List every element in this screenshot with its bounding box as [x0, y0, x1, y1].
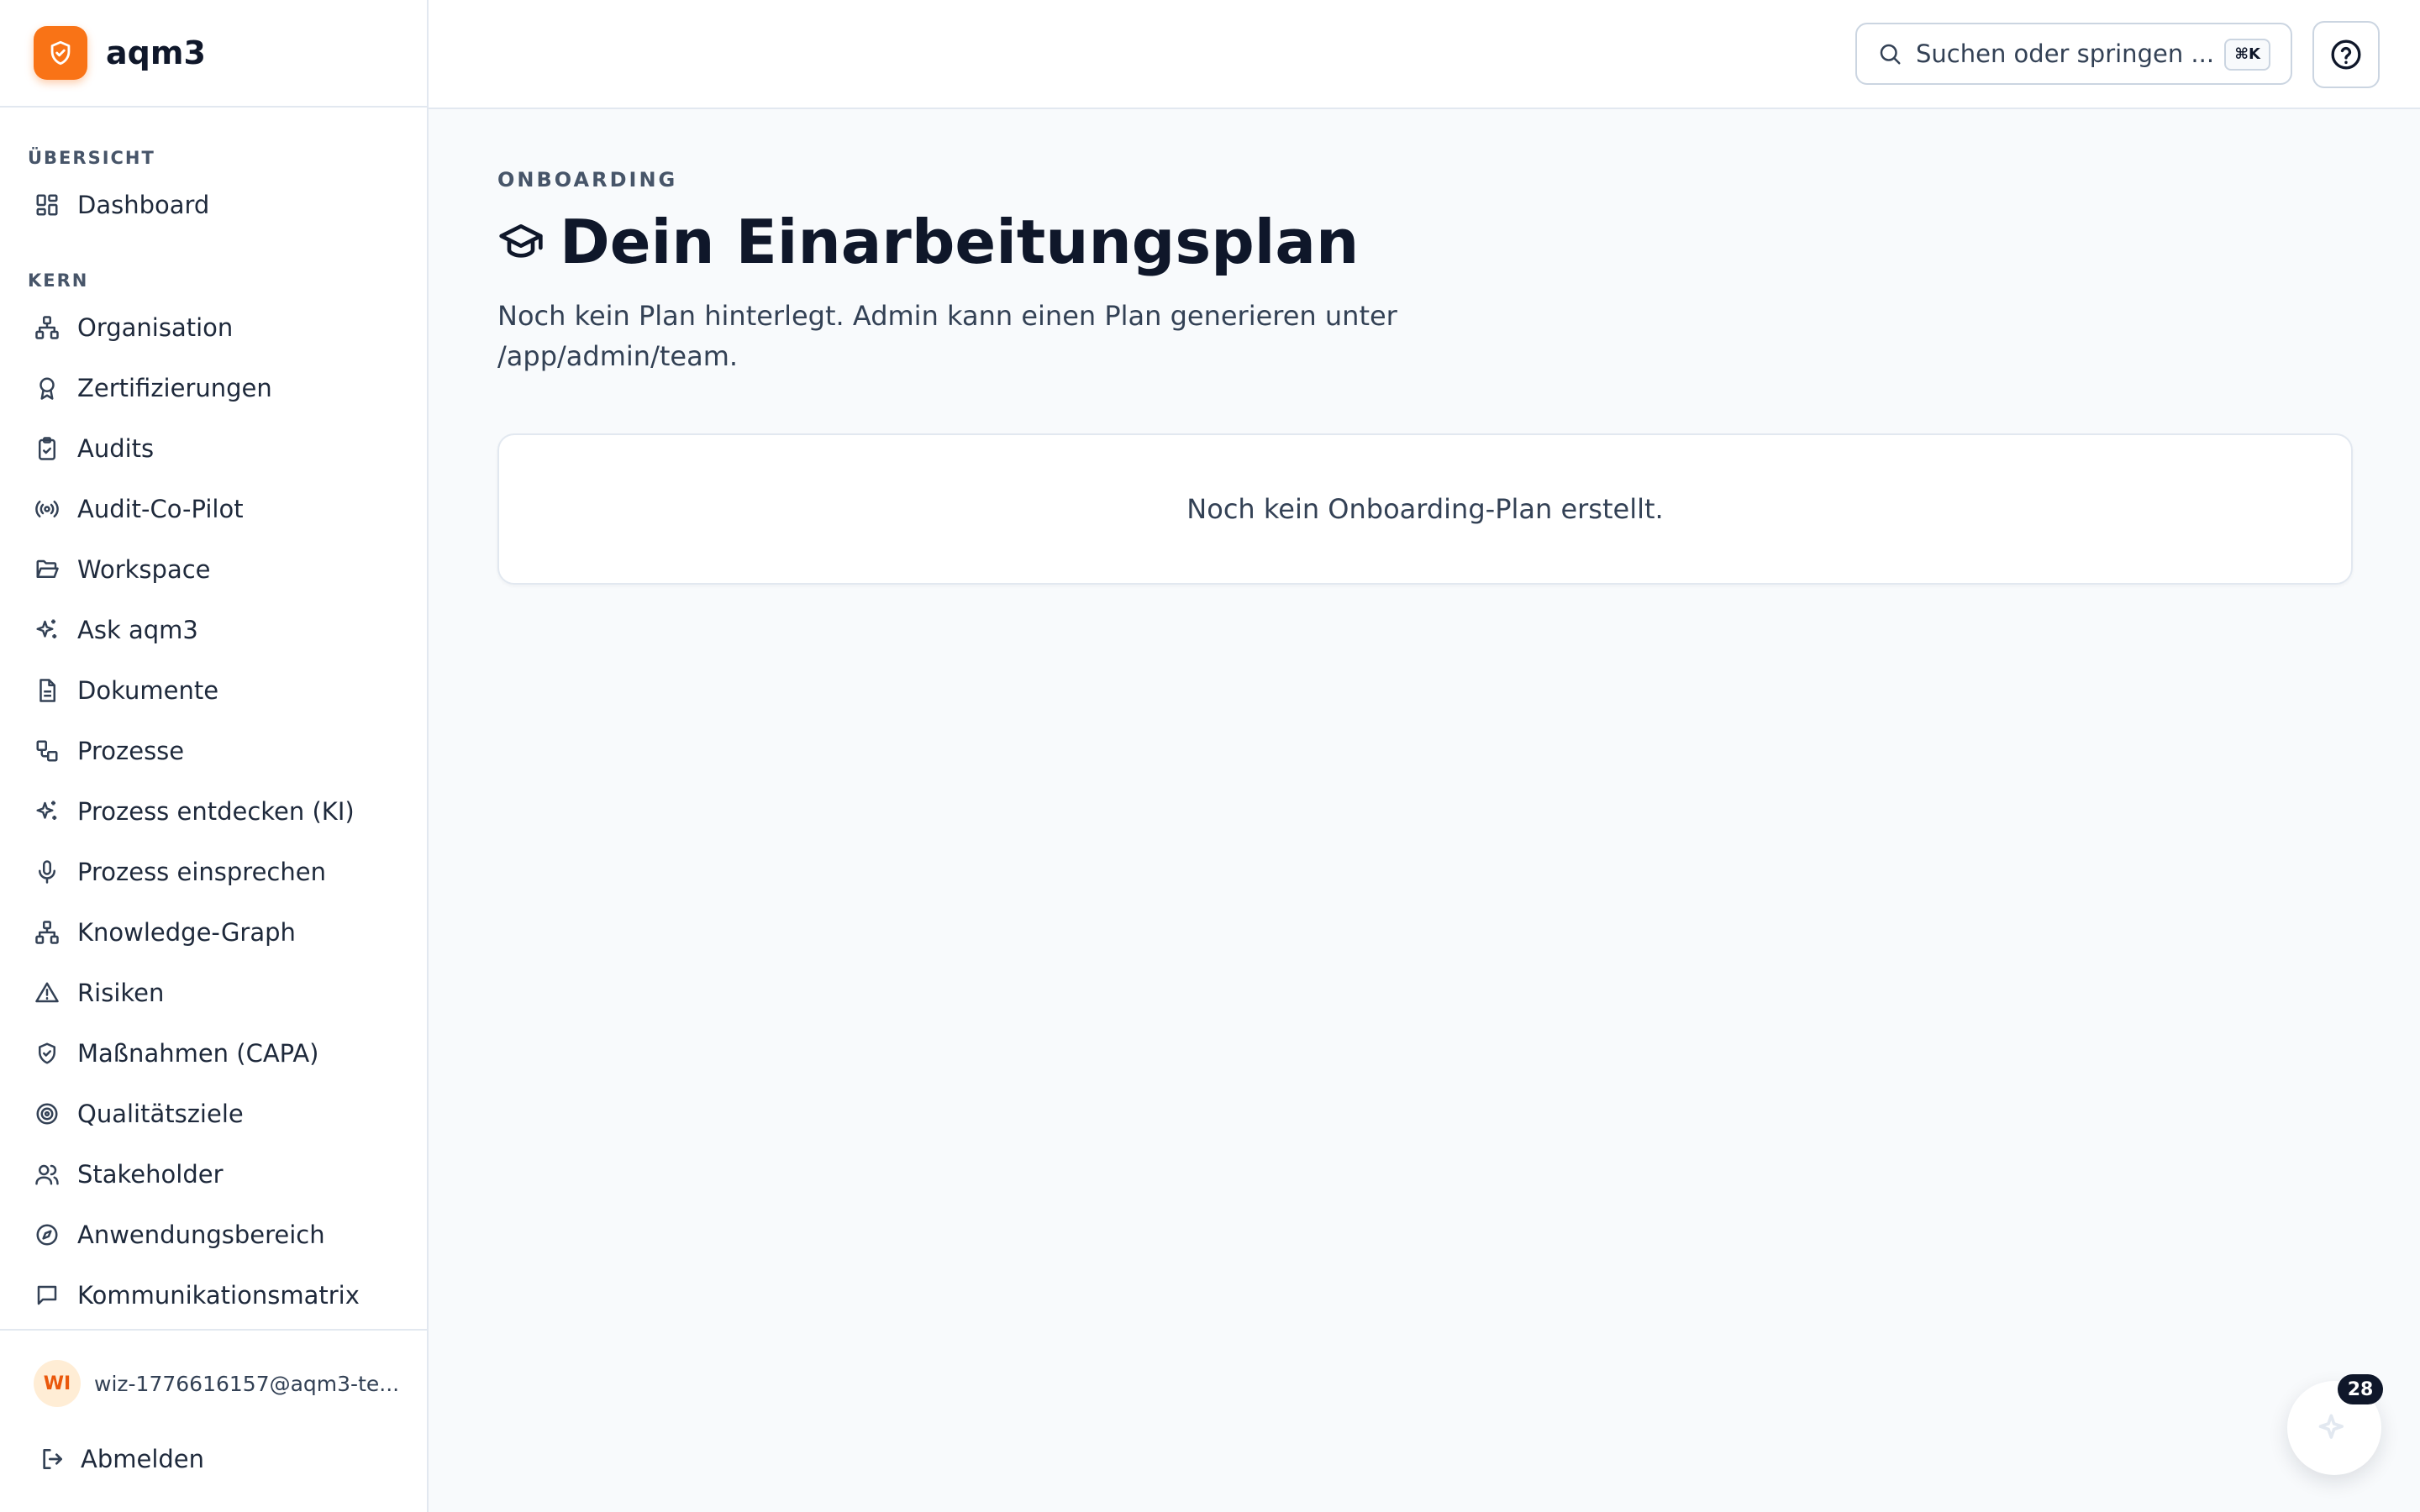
sidebar-item-risiken[interactable]: Risiken: [0, 963, 427, 1023]
sidebar-item-label: Ask aqm3: [77, 616, 198, 644]
network-icon: [34, 919, 60, 946]
sidebar-item-workspace[interactable]: Workspace: [0, 539, 427, 600]
sidebar-item-label: Kommunikationsmatrix: [77, 1281, 360, 1310]
help-button[interactable]: [2312, 21, 2380, 88]
help-circle-icon: [2329, 38, 2363, 71]
document-icon: [34, 677, 60, 704]
topbar: Suchen oder springen ... ⌘K: [429, 0, 2420, 109]
logout-icon: [39, 1446, 66, 1473]
sidebar-item-label: Workspace: [77, 555, 211, 584]
brand-name: aqm3: [106, 34, 206, 71]
sparkles-icon: [34, 798, 60, 825]
search-shortcut: ⌘K: [2224, 39, 2270, 71]
empty-state-card: Noch kein Onboarding-Plan erstellt.: [497, 433, 2353, 585]
notification-badge: 28: [2338, 1374, 2383, 1404]
user-profile[interactable]: WI wiz-1776616157@aqm3-te...: [0, 1354, 427, 1413]
org-chart-icon: [34, 314, 60, 341]
sidebar-item-label: Knowledge-Graph: [77, 918, 296, 947]
section-label-core: KERN: [28, 270, 89, 291]
sidebar-item-audit-co-pilot[interactable]: Audit-Co-Pilot: [0, 479, 427, 539]
workflow-icon: [34, 738, 60, 764]
users-icon: [34, 1161, 60, 1188]
sidebar-item-prozess-einsprechen[interactable]: Prozess einsprechen: [0, 842, 427, 902]
sidebar-item-knowledge-graph[interactable]: Knowledge-Graph: [0, 902, 427, 963]
radio-icon: [34, 496, 60, 522]
user-email: wiz-1776616157@aqm3-te...: [94, 1371, 400, 1396]
section-label-overview: ÜBERSICHT: [28, 148, 155, 168]
main-content: ONBOARDING Dein Einarbeitungsplan Noch k…: [497, 168, 2354, 585]
sidebar-item-zertifizierungen[interactable]: Zertifizierungen: [0, 358, 427, 418]
sidebar-item-dokumente[interactable]: Dokumente: [0, 660, 427, 721]
sidebar-item-label: Risiken: [77, 979, 165, 1007]
page-description: Noch kein Plan hinterlegt. Admin kann ei…: [497, 300, 1397, 372]
target-icon: [34, 1100, 60, 1127]
sidebar-item-label: Audits: [77, 434, 155, 463]
sidebar-item-label: Zertifizierungen: [77, 374, 272, 402]
sidebar-footer: WI wiz-1776616157@aqm3-te... Abmelden: [0, 1329, 427, 1512]
microphone-icon: [34, 858, 60, 885]
page-title: Dein Einarbeitungsplan: [560, 207, 1360, 277]
shield-check-icon: [34, 1040, 60, 1067]
sidebar-item-label: Anwendungsbereich: [77, 1221, 325, 1249]
sidebar-item-label: Maßnahmen (CAPA): [77, 1039, 319, 1068]
brand[interactable]: aqm3: [0, 0, 427, 108]
sidebar-item-label: Prozess einsprechen: [77, 858, 326, 886]
empty-state-text: Noch kein Onboarding-Plan erstellt.: [1186, 493, 1664, 525]
logout-label: Abmelden: [81, 1445, 205, 1473]
sidebar-item-qualitaetsziele[interactable]: Qualitätsziele: [0, 1084, 427, 1144]
sidebar-item-audits[interactable]: Audits: [0, 418, 427, 479]
page-header: Dein Einarbeitungsplan: [497, 207, 2354, 277]
award-icon: [34, 375, 60, 402]
graduation-cap-icon: [497, 218, 544, 265]
sidebar-item-label: Organisation: [77, 313, 234, 342]
search-input[interactable]: Suchen oder springen ... ⌘K: [1855, 23, 2292, 85]
sidebar-nav: ÜBERSICHT Dashboard KERN Organisation Ze…: [0, 108, 427, 1326]
sidebar-item-label: Prozesse: [77, 737, 185, 765]
search-icon: [1877, 41, 1902, 66]
sidebar-item-organisation[interactable]: Organisation: [0, 297, 427, 358]
dashboard-icon: [34, 192, 60, 218]
warning-icon: [34, 979, 60, 1006]
sidebar-item-massnahmen[interactable]: Maßnahmen (CAPA): [0, 1023, 427, 1084]
sidebar-item-kommunikationsmatrix[interactable]: Kommunikationsmatrix: [0, 1265, 427, 1326]
sidebar-item-dashboard[interactable]: Dashboard: [0, 175, 427, 235]
sidebar-item-prozess-entdecken[interactable]: Prozess entdecken (KI): [0, 781, 427, 842]
shield-check-icon: [34, 26, 87, 80]
search-placeholder: Suchen oder springen ...: [1916, 39, 2215, 68]
sidebar: aqm3 ÜBERSICHT Dashboard KERN Organisati…: [0, 0, 429, 1512]
sidebar-item-stakeholder[interactable]: Stakeholder: [0, 1144, 427, 1205]
sidebar-item-label: Audit-Co-Pilot: [77, 495, 244, 523]
folder-open-icon: [34, 556, 60, 583]
page-eyebrow: ONBOARDING: [497, 168, 678, 192]
compass-icon: [34, 1221, 60, 1248]
clipboard-check-icon: [34, 435, 60, 462]
message-square-icon: [34, 1282, 60, 1309]
sidebar-item-ask-aqm3[interactable]: Ask aqm3: [0, 600, 427, 660]
sparkles-icon: [34, 617, 60, 643]
sidebar-item-label: Dashboard: [77, 191, 210, 219]
sidebar-item-label: Stakeholder: [77, 1160, 224, 1189]
sidebar-item-prozesse[interactable]: Prozesse: [0, 721, 427, 781]
sidebar-item-label: Prozess entdecken (KI): [77, 797, 355, 826]
avatar: WI: [34, 1360, 81, 1407]
sidebar-item-label: Qualitätsziele: [77, 1100, 244, 1128]
sidebar-item-anwendungsbereich[interactable]: Anwendungsbereich: [0, 1205, 427, 1265]
sparkles-icon: [2316, 1410, 2353, 1446]
sidebar-item-label: Dokumente: [77, 676, 219, 705]
logout-button[interactable]: Abmelden: [0, 1430, 427, 1488]
